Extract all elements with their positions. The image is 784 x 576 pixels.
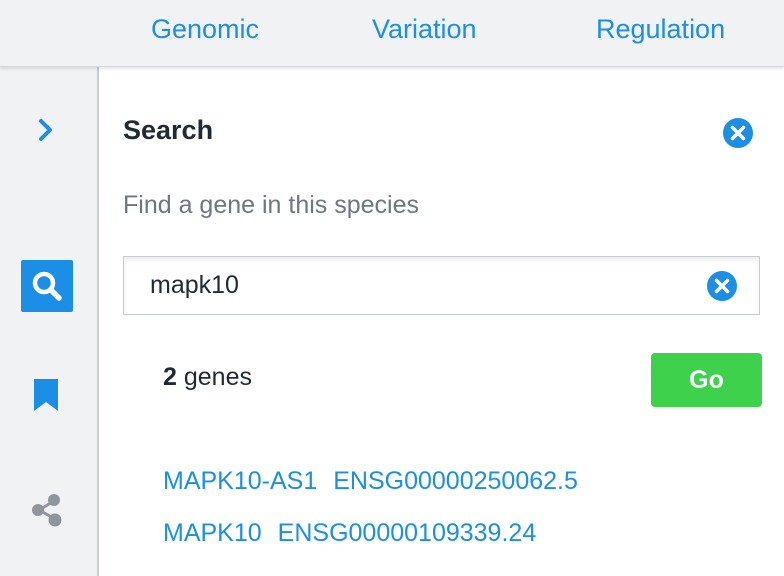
search-icon xyxy=(32,271,62,301)
results-count: 2 genes xyxy=(163,363,252,392)
close-circle-icon xyxy=(723,118,753,148)
sidebar xyxy=(0,67,99,576)
close-panel-button[interactable] xyxy=(722,117,754,149)
expand-sidebar-button[interactable] xyxy=(28,112,64,148)
share-sidebar-button[interactable] xyxy=(26,489,68,531)
result-gene-symbol: MAPK10-AS1 xyxy=(163,467,318,495)
result-gene-id: ENSG00000250062.5 xyxy=(333,467,578,495)
clear-circle-icon xyxy=(707,271,737,301)
share-icon xyxy=(32,494,62,527)
top-tab-bar: Genomic Variation Regulation xyxy=(0,0,784,67)
panel-subtitle: Find a gene in this species xyxy=(123,191,420,219)
results-count-number: 2 xyxy=(163,363,177,391)
tab-genomic[interactable]: Genomic xyxy=(151,14,259,45)
search-panel: Search Find a gene in this species 2 gen… xyxy=(99,67,784,576)
go-button[interactable]: Go xyxy=(651,353,762,407)
result-gene-id: ENSG00000109339.24 xyxy=(277,519,537,547)
tab-regulation[interactable]: Regulation xyxy=(596,14,725,45)
results-count-label: genes xyxy=(183,363,252,391)
bookmarks-sidebar-button[interactable] xyxy=(26,375,66,415)
chevron-right-icon xyxy=(39,119,52,141)
search-field xyxy=(123,256,760,315)
clear-search-button[interactable] xyxy=(706,270,738,302)
result-item[interactable]: MAPK10 ENSG00000109339.24 xyxy=(163,519,536,548)
result-item[interactable]: MAPK10-AS1 ENSG00000250062.5 xyxy=(163,467,578,496)
tab-variation[interactable]: Variation xyxy=(372,14,477,45)
search-sidebar-button[interactable] xyxy=(21,260,73,312)
bookmark-icon xyxy=(34,379,58,411)
panel-title: Search xyxy=(123,115,214,145)
result-gene-symbol: MAPK10 xyxy=(163,519,262,547)
search-input[interactable] xyxy=(150,257,690,314)
